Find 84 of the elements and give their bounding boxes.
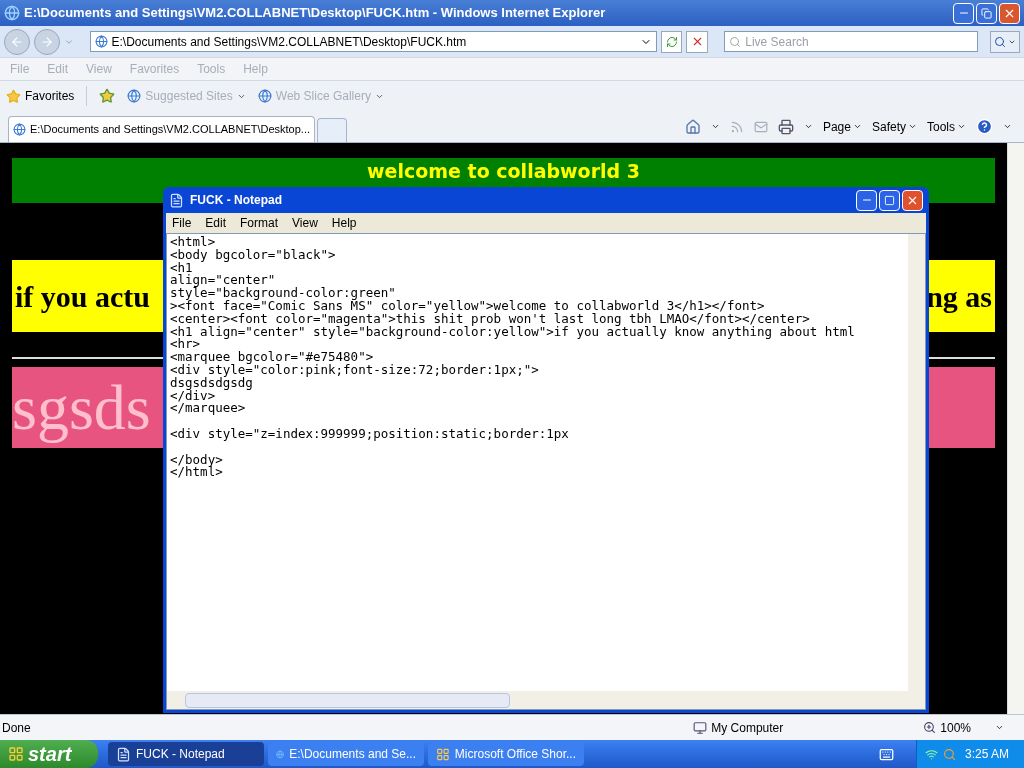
- code-line: style="background-color:green": [170, 287, 396, 300]
- command-button[interactable]: Safety: [871, 117, 917, 136]
- vertical-scrollbar[interactable]: [908, 234, 925, 691]
- favorites-button[interactable]: Favorites: [6, 87, 75, 105]
- maximize-button[interactable]: [879, 189, 900, 211]
- menu-item[interactable]: Format: [240, 214, 279, 232]
- search-button[interactable]: [990, 30, 1020, 53]
- address-text: E:\Documents and Settings\VM2.COLLABNET\Desktop\FUCK.htm: [111, 33, 467, 51]
- code-line: dsgsdsdgsdg: [170, 376, 253, 390]
- code-line: <body bgcolor="black">: [170, 248, 336, 262]
- restore-button[interactable]: [976, 2, 997, 24]
- status-text: Done: [2, 719, 31, 737]
- code-line: <div style="color:pink;font-size:72;border:1px;">: [170, 363, 539, 377]
- refresh-button[interactable]: [660, 30, 683, 53]
- caret-icon: [852, 122, 862, 131]
- heading-text: welcome to collabworld 3: [367, 161, 640, 182]
- taskbar-button[interactable]: E:\Documents and Se...: [268, 742, 424, 766]
- help-icon[interactable]: [976, 118, 993, 135]
- grid-icon: [436, 746, 450, 762]
- search-icon: [729, 35, 742, 48]
- refresh-icon: [665, 35, 678, 48]
- zoom-icon[interactable]: [923, 721, 937, 734]
- notepad-icon: [169, 192, 184, 208]
- scrollbar[interactable]: [1007, 143, 1024, 714]
- caret-icon: [957, 122, 966, 131]
- close-button[interactable]: [902, 189, 923, 211]
- star-icon: [6, 88, 21, 104]
- command-button[interactable]: Page: [822, 117, 862, 136]
- network-icon[interactable]: [925, 747, 938, 761]
- code-line: </html>: [170, 466, 223, 480]
- window-title: FUCK - Notepad: [190, 192, 282, 209]
- address-field[interactable]: E:\Documents and Settings\VM2.COLLABNET\Desktop\FUCK.htm: [89, 31, 657, 52]
- code-line: </div>: [170, 389, 216, 403]
- start-button[interactable]: start: [0, 740, 98, 768]
- globe-icon: [13, 123, 26, 136]
- code-line: </body>: [170, 453, 223, 467]
- code-line: <marquee bgcolor="#e75480">: [170, 351, 374, 364]
- restore-icon: [981, 7, 992, 19]
- caret-icon[interactable]: [710, 122, 720, 131]
- code-line: ><font face="Comic Sans MS" color="yellow">welcome to collabworld 3</h1></font>: [170, 300, 765, 313]
- banner-text: if you actu: [15, 278, 150, 315]
- minimize-button[interactable]: [953, 2, 974, 24]
- maximize-icon: [884, 194, 895, 206]
- search-icon: [994, 35, 1007, 48]
- code-line: <div style="z=index:999999;position:static;border:1px: [170, 427, 569, 441]
- code-line: <html>: [170, 236, 216, 249]
- code-line: <h1 align="center" style="background-color:yellow">if you actually know anything about html: [170, 325, 855, 339]
- caret-icon: [908, 122, 917, 131]
- zone-text: My Computer: [711, 719, 784, 737]
- menu-item[interactable]: Edit: [205, 214, 227, 232]
- taskbar-button[interactable]: FUCK - Notepad: [108, 742, 264, 766]
- code-line: <hr>: [170, 338, 201, 352]
- menu-item[interactable]: Help: [331, 214, 357, 232]
- window-title: E:\Documents and Settings\VM2.COLLABNET\Desktop\FUCK.htm - Windows Internet Explorer: [24, 4, 606, 23]
- minimize-button[interactable]: [856, 189, 877, 211]
- command-button[interactable]: Tools: [927, 117, 966, 136]
- caret-icon[interactable]: [1003, 122, 1012, 131]
- back-arrow-icon: [9, 34, 24, 49]
- code-line: <h1: [170, 261, 193, 275]
- code-line: </marquee>: [170, 402, 246, 416]
- print-icon[interactable]: [777, 118, 794, 135]
- menu-item[interactable]: File: [172, 214, 192, 232]
- globe-icon: [4, 5, 20, 21]
- caret-icon[interactable]: [803, 122, 813, 131]
- caret-icon[interactable]: [995, 723, 1004, 732]
- clock: 3:25 AM: [965, 746, 1010, 763]
- globe-icon: [257, 89, 272, 103]
- notepad-icon: [116, 746, 131, 762]
- code-line: align="center": [170, 274, 276, 288]
- close-button[interactable]: [999, 2, 1020, 24]
- globe-icon: [127, 89, 142, 103]
- add-favorite-icon[interactable]: [99, 88, 116, 104]
- globe-icon: [94, 35, 108, 48]
- code-line: <center><font color="magenta">this shit prob won't last long tbh LMAO</font></center>: [170, 312, 810, 326]
- menu-item[interactable]: View: [292, 214, 318, 232]
- forward-arrow-icon: [39, 34, 54, 49]
- computer-icon: [693, 720, 708, 735]
- taskbar-button[interactable]: Microsoft Office Shor...: [428, 742, 584, 766]
- keyboard-icon[interactable]: [879, 746, 894, 762]
- browser-tab[interactable]: E:\Documents and Settings\VM2.COLLABNET\Desktop...: [8, 116, 315, 142]
- home-icon[interactable]: [684, 118, 701, 135]
- stop-button[interactable]: [686, 30, 709, 53]
- search-field[interactable]: Live Search: [724, 31, 979, 52]
- zoom-level[interactable]: 100%: [940, 718, 971, 737]
